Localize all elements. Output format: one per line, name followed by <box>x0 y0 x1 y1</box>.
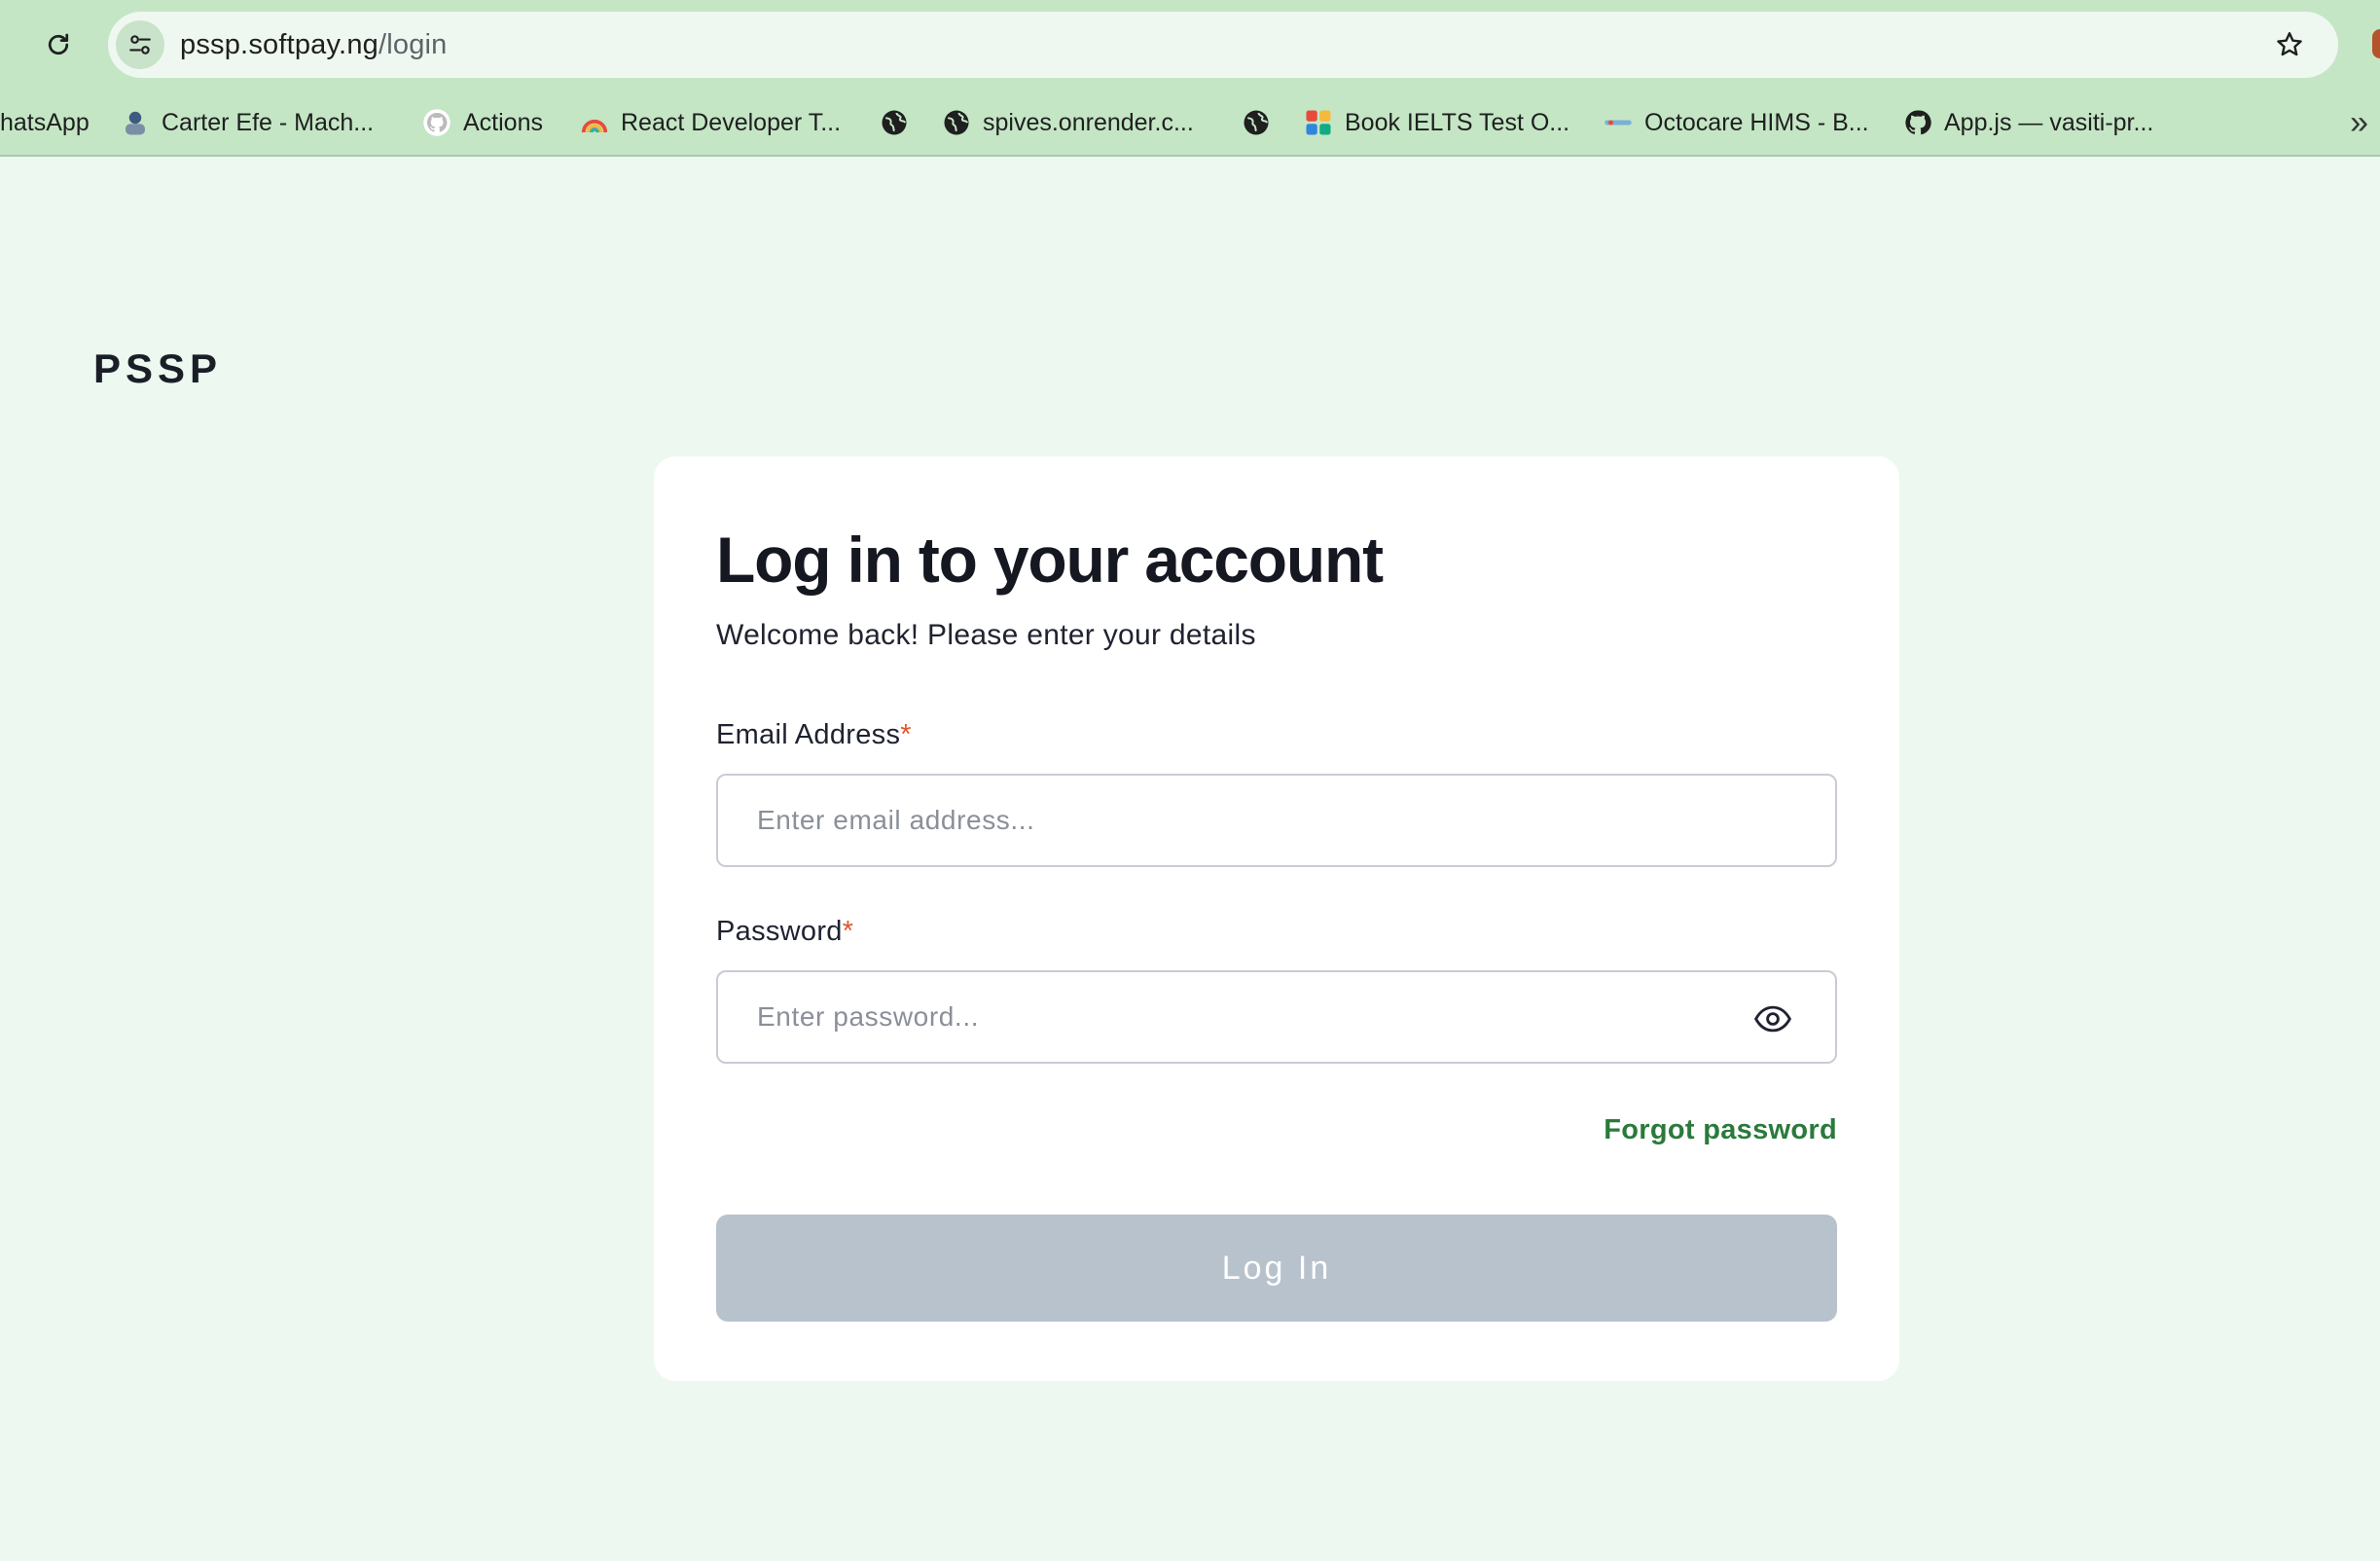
brand-logo: PSSP <box>93 345 223 391</box>
password-field[interactable] <box>757 972 1730 1062</box>
bookmark-label: Actions <box>463 108 543 136</box>
show-password-eye-icon[interactable] <box>1753 1001 1792 1036</box>
avatar-icon <box>121 108 150 137</box>
password-label-text: Password <box>716 916 843 947</box>
reload-icon[interactable] <box>39 21 78 68</box>
login-card: Log in to your account Welcome back! Ple… <box>654 456 1899 1381</box>
email-field-wrapper <box>716 774 1837 867</box>
bookmark-octocare[interactable]: Octocare HIMS - B... <box>1604 99 1869 146</box>
bookmark-label: Carter Efe - Mach... <box>162 108 375 136</box>
email-label: Email Address* <box>716 719 912 751</box>
page-subtitle: Welcome back! Please enter your details <box>716 619 1256 651</box>
bookmark-label: hatsApp <box>0 108 90 136</box>
globe-icon <box>880 108 909 137</box>
address-bar[interactable]: pssp.softpay.ng/login <box>108 12 2338 78</box>
bookmarks-bar: hatsApp Carter Efe - Mach... Actions Rea… <box>0 99 2380 146</box>
required-asterisk: * <box>842 916 854 947</box>
forgot-password-link[interactable]: Forgot password <box>1604 1114 1837 1146</box>
more-bookmarks-chevron-icon[interactable]: » <box>2350 99 2368 146</box>
email-label-text: Email Address <box>716 719 901 750</box>
bookmark-label: Book IELTS Test O... <box>1345 108 1570 136</box>
required-asterisk: * <box>900 719 912 750</box>
bookmark-label: React Developer T... <box>621 108 842 136</box>
ielts-icon <box>1304 108 1333 137</box>
rainbow-icon <box>580 108 609 137</box>
bookmark-label: Octocare HIMS - B... <box>1644 108 1869 136</box>
bookmark-app-js[interactable]: App.js — vasiti-pr... <box>1903 99 2153 146</box>
login-button[interactable]: Log In <box>716 1215 1837 1322</box>
site-settings-icon[interactable] <box>116 20 164 69</box>
bookmark-carter-efe[interactable]: Carter Efe - Mach... <box>121 99 374 146</box>
profile-avatar[interactable] <box>2372 29 2380 58</box>
bookmark-spives[interactable]: spives.onrender.c... <box>942 99 1194 146</box>
browser-toolbar: pssp.softpay.ng/login hatsApp Carter Efe… <box>0 0 2380 157</box>
url-host: pssp.softpay.ng <box>180 28 379 60</box>
password-field-wrapper <box>716 970 1837 1064</box>
bookmark-actions[interactable]: Actions <box>422 99 543 146</box>
url-path: /login <box>378 28 448 60</box>
url-text[interactable]: pssp.softpay.ng/login <box>180 29 448 61</box>
globe-icon <box>942 108 971 137</box>
page-title: Log in to your account <box>716 524 1384 596</box>
bookmark-label: App.js — vasiti-pr... <box>1944 108 2154 136</box>
bookmark-star-icon[interactable] <box>2270 25 2309 64</box>
bookmark-react-dev[interactable]: React Developer T... <box>580 99 841 146</box>
bookmark-globe-1[interactable] <box>880 99 920 146</box>
github-icon <box>1903 108 1932 137</box>
github-icon <box>422 108 451 137</box>
globe-icon <box>1242 108 1271 137</box>
email-field[interactable] <box>757 776 1730 865</box>
password-label: Password* <box>716 916 853 948</box>
bookmark-globe-2[interactable] <box>1242 99 1282 146</box>
octocare-icon <box>1604 108 1633 137</box>
bookmark-label: spives.onrender.c... <box>983 108 1194 136</box>
bookmark-whatsapp[interactable]: hatsApp <box>0 99 90 146</box>
bookmark-ielts[interactable]: Book IELTS Test O... <box>1304 99 1569 146</box>
